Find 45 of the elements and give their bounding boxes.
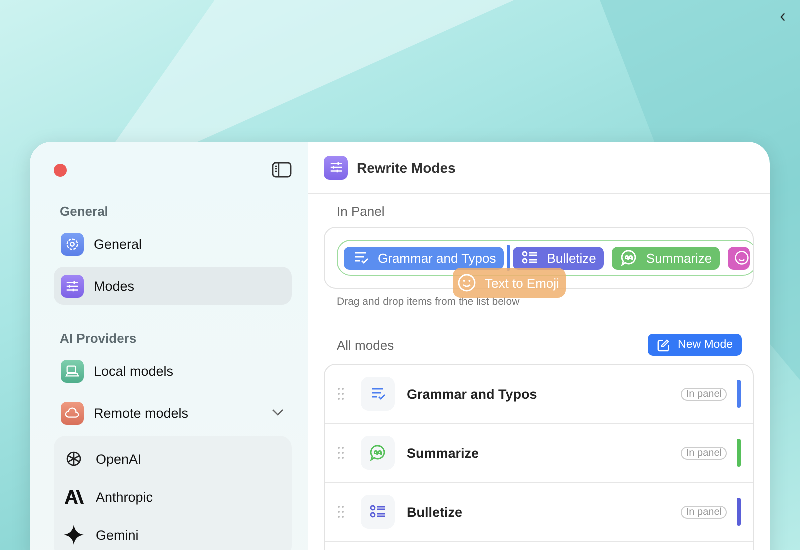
status-badge: In panel (681, 446, 727, 460)
bullet-list-icon (370, 505, 386, 518)
drag-handle-icon[interactable] (337, 446, 345, 460)
hint-text: Drag and drop items from the list below (337, 296, 521, 308)
drag-handle-icon[interactable] (337, 387, 345, 401)
sidebar-item[interactable]: Remote models (54, 394, 292, 432)
sidebar-subitem[interactable]: Anthropic (54, 478, 292, 516)
status-badge: In panel (681, 506, 727, 518)
sparkle-icon (64, 525, 84, 545)
sliders-icon (324, 156, 348, 180)
page-title: Rewrite Modes (357, 160, 456, 176)
collapse-glyph[interactable]: ‹ (780, 6, 786, 27)
edit-icon (657, 338, 670, 352)
section-heading: All modes (337, 338, 394, 352)
list-check-icon (371, 388, 386, 400)
section-heading: General (60, 204, 110, 219)
smiley-icon (457, 273, 477, 293)
speech-bubble-icon (622, 250, 637, 266)
sidebar-toggle-icon[interactable] (272, 162, 292, 178)
status-badge: In panel (681, 388, 727, 400)
sidebar-item[interactable]: General (54, 225, 292, 263)
gear-icon (61, 232, 84, 256)
sidebar-item[interactable]: Local models (54, 352, 292, 390)
bullet-list-icon (522, 251, 538, 264)
list-check-icon (354, 252, 369, 264)
sidebar-subitem[interactable]: OpenAI (54, 440, 292, 478)
mode-chip[interactable]: Bulletize (513, 246, 604, 270)
smiley-icon (735, 251, 749, 265)
mode-name: Bulletize (407, 504, 464, 520)
sidebar-subitem[interactable]: Gemini (54, 516, 292, 550)
section-heading: In Panel (337, 204, 386, 219)
speech-bubble-icon (370, 445, 386, 461)
mode-chip[interactable] (728, 246, 750, 270)
mode-name: Summarize (407, 446, 480, 460)
section-heading: AI Providers (60, 331, 138, 346)
mode-name: Grammar and Typos (407, 386, 538, 402)
cloud-icon (61, 402, 84, 424)
new-mode-button[interactable]: New Mode (648, 334, 742, 356)
letters-logo-icon (64, 487, 84, 507)
computer-icon (61, 360, 84, 382)
sidebar-item[interactable]: Modes (54, 267, 292, 305)
close-button[interactable] (54, 164, 67, 176)
sliders-icon (61, 274, 84, 298)
chevron-icon[interactable] (272, 409, 284, 417)
drag-handle-icon[interactable] (337, 505, 345, 519)
